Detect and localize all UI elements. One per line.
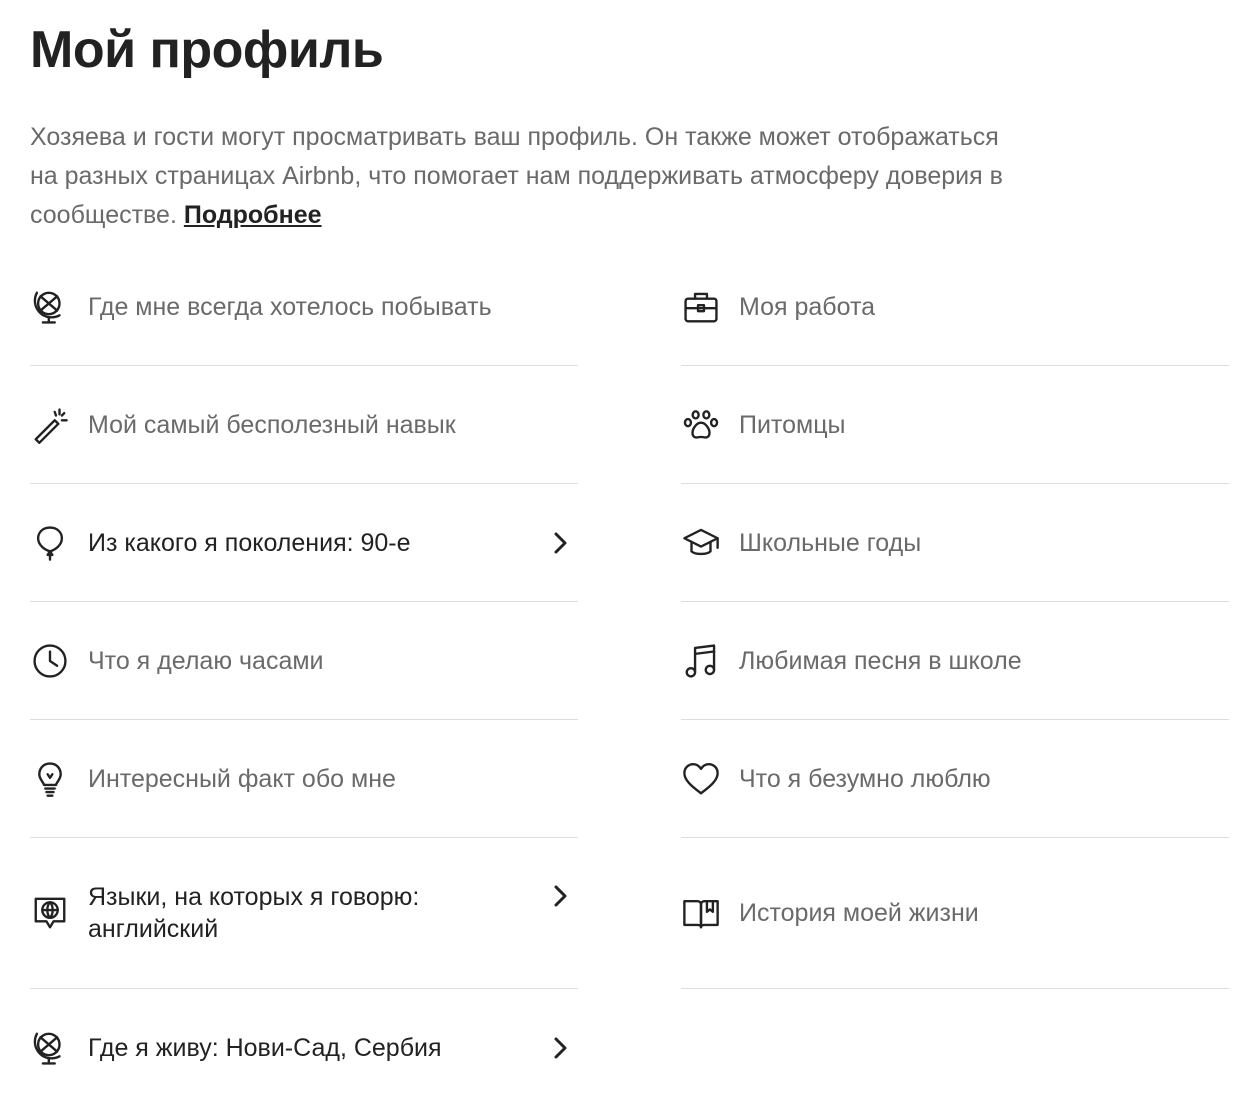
chevron-right-icon <box>550 1036 570 1060</box>
row-label: Мой самый бесполезный навык <box>88 410 456 439</box>
row-label: Школьные годы <box>739 528 922 557</box>
row-school-years[interactable]: Школьные годы <box>681 484 1229 602</box>
row-dream-destination[interactable]: Где мне всегда хотелось побывать <box>30 248 578 366</box>
row-obsessed-with[interactable]: Что я безумно люблю <box>681 720 1229 838</box>
row-favorite-school-song[interactable]: Любимая песня в школе <box>681 602 1229 720</box>
row-label: История моей жизни <box>739 899 979 927</box>
row-label: Любимая песня в школе <box>739 646 1022 675</box>
globe-icon <box>30 1028 70 1068</box>
graduation-cap-icon <box>681 523 721 563</box>
learn-more-link[interactable]: Подробнее <box>184 201 322 229</box>
row-pets[interactable]: Питомцы <box>681 366 1229 484</box>
row-hours-spent[interactable]: Что я делаю часами <box>30 602 578 720</box>
right-column: Моя работа Питомцы Школьные годы Любимая… <box>681 248 1229 989</box>
chevron-right-icon <box>550 884 570 908</box>
heart-icon <box>681 759 721 799</box>
briefcase-icon <box>681 287 721 327</box>
chevron-right-icon <box>550 531 570 555</box>
row-my-work[interactable]: Моя работа <box>681 248 1229 366</box>
row-label: Интересный факт обо мне <box>88 764 396 793</box>
lightbulb-icon <box>30 759 70 799</box>
magic-wand-icon <box>30 405 70 445</box>
language-globe-icon <box>30 893 70 933</box>
row-label: Что я делаю часами <box>88 646 324 675</box>
intro-text: Хозяева и гости могут просматривать ваш … <box>30 118 1010 235</box>
row-fun-fact[interactable]: Интересный факт обо мне <box>30 720 578 838</box>
row-label: Из какого я поколения: 90-е <box>88 528 411 557</box>
globe-icon <box>30 287 70 327</box>
clock-icon <box>30 641 70 681</box>
row-label: Что я безумно люблю <box>739 764 991 793</box>
intro-description: Хозяева и гости могут просматривать ваш … <box>30 123 1003 229</box>
row-useless-skill[interactable]: Мой самый бесполезный навык <box>30 366 578 484</box>
row-languages[interactable]: Языки, на которых я говорю: английский <box>30 838 578 989</box>
page-title: Мой профиль <box>30 21 384 79</box>
row-where-i-live[interactable]: Где я живу: Нови-Сад, Сербия <box>30 989 578 1107</box>
row-label: Питомцы <box>739 410 846 439</box>
balloon-icon <box>30 523 70 563</box>
row-generation[interactable]: Из какого я поколения: 90-е <box>30 484 578 602</box>
row-label: Моя работа <box>739 292 876 321</box>
left-column: Где мне всегда хотелось побывать Мой сам… <box>30 248 578 1107</box>
row-label: Языки, на которых я говорю: английский <box>88 883 420 943</box>
book-icon <box>681 893 721 933</box>
music-note-icon <box>681 641 721 681</box>
row-life-story[interactable]: История моей жизни <box>681 838 1229 989</box>
paw-icon <box>681 405 721 445</box>
row-label: Где мне всегда хотелось побывать <box>88 292 492 321</box>
row-label: Где я живу: Нови-Сад, Сербия <box>88 1034 442 1062</box>
